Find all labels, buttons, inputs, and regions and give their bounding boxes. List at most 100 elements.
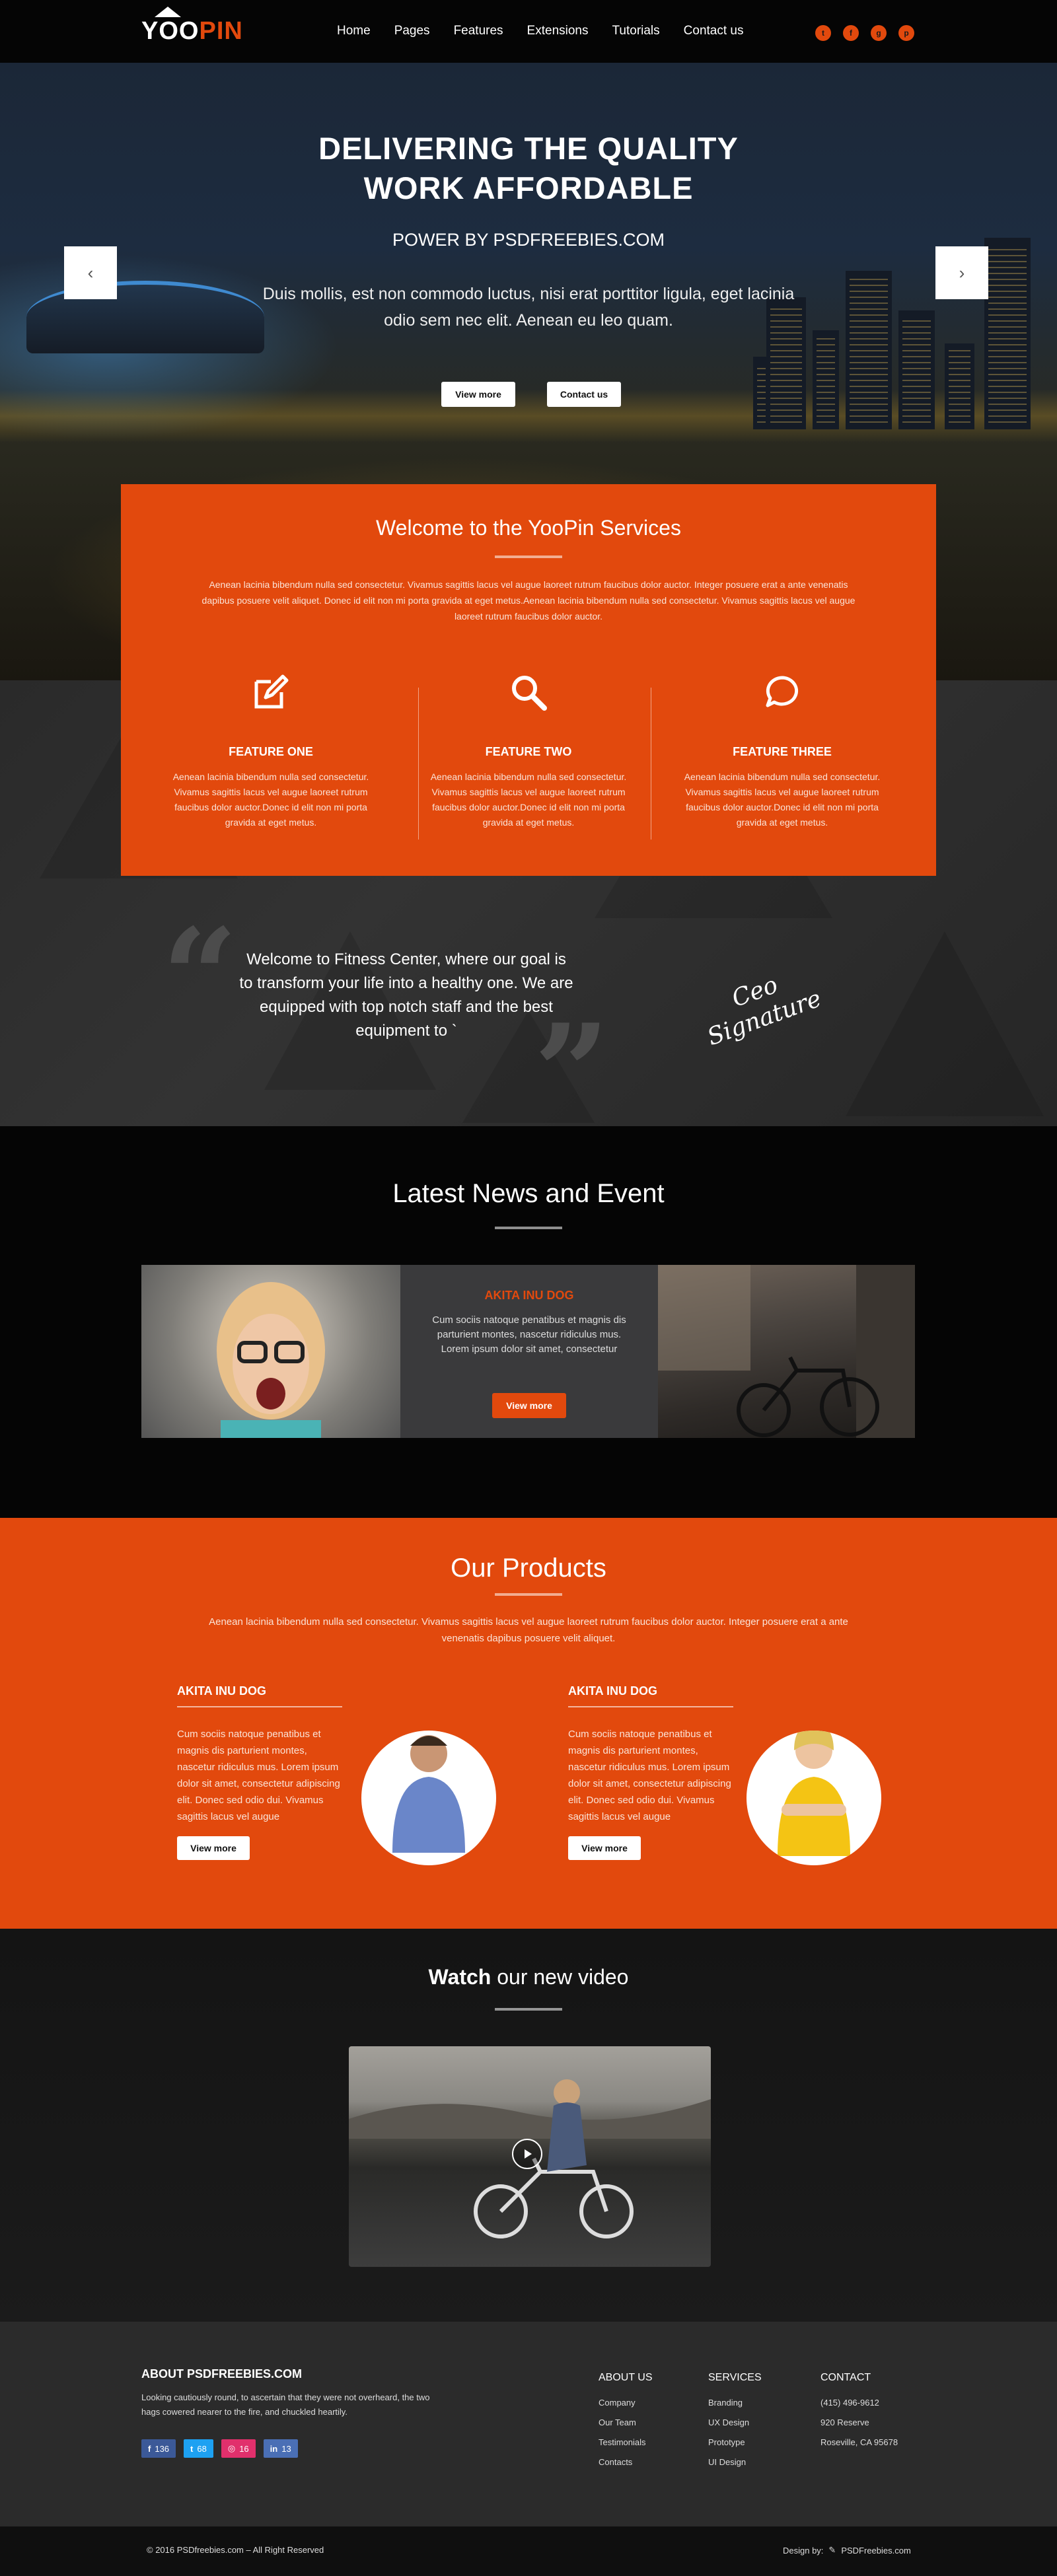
ceo-signature: Ceo Signature (704, 971, 825, 1052)
hero-title: DELIVERING THE QUALITY WORK AFFORDABLE (318, 131, 739, 205)
chevron-right-icon: › (959, 262, 965, 283)
nav-extensions[interactable]: Extensions (527, 24, 589, 38)
product-2-photo (747, 1731, 881, 1865)
footer-about-text: Looking cautiously round, to ascertain t… (141, 2392, 430, 2417)
slider-next-arrow[interactable]: › (935, 246, 988, 299)
facebook-icon: f (148, 2443, 151, 2454)
product-2-view-more-button[interactable]: View more (568, 1836, 641, 1860)
instagram-count: 16 (239, 2443, 249, 2454)
product-1-view-more-button[interactable]: View more (177, 1836, 250, 1860)
twitter-icon: t (190, 2443, 194, 2454)
psdfreebies-logo-icon: ✎ (828, 2545, 836, 2555)
facebook-badge[interactable]: f 136 (141, 2439, 176, 2458)
pinterest-icon[interactable]: p (898, 25, 914, 41)
footer-link[interactable]: Contacts (599, 2452, 653, 2472)
logo-text-white: YOO (141, 17, 200, 45)
product-title: AKITA INU DOG (568, 1684, 733, 1707)
feature-three: FEATURE THREE Aenean lacinia bibendum nu… (673, 669, 891, 830)
social-badges: f 136 t 68 ◎ 16 in 13 (141, 2439, 298, 2458)
footer-link[interactable]: UX Design (708, 2413, 762, 2433)
footer-link[interactable]: Prototype (708, 2433, 762, 2452)
twitter-count: 68 (197, 2443, 207, 2454)
footer-about-us-column: ABOUT US Company Our Team Testimonials C… (599, 2372, 653, 2472)
facebook-count: 136 (155, 2443, 170, 2454)
design-brand-link[interactable]: PSDFreebies.com (841, 2546, 910, 2556)
social-links: t f g p (815, 25, 914, 41)
instagram-icon: ◎ (227, 2443, 236, 2453)
footer-link[interactable]: Testimonials (599, 2433, 653, 2452)
news-card: AKITA INU DOG Cum sociis natoque penatib… (400, 1265, 658, 1438)
contact-address: 920 Reserve (820, 2417, 869, 2427)
design-by-label: Design by: (783, 2545, 824, 2556)
column-title: ABOUT US (599, 2372, 653, 2383)
footer-about-title: ABOUT PSDFREEBIES.COM (141, 2367, 303, 2380)
products-intro: Aenean lacinia bibendum nulla sed consec… (209, 1616, 848, 1644)
footer-link[interactable]: Our Team (599, 2413, 653, 2433)
main-menu: Home Pages Features Extensions Tutorials… (337, 24, 767, 38)
nav-pages[interactable]: Pages (394, 24, 430, 38)
heading-underline (495, 1593, 562, 1596)
column-title: SERVICES (708, 2372, 762, 2383)
news-heading: Latest News and Event (392, 1179, 665, 1208)
feature-title: FEATURE ONE (229, 745, 313, 758)
feature-title: FEATURE TWO (485, 745, 572, 758)
hero-view-more-button[interactable]: View more (441, 382, 515, 407)
top-navbar: YOOPIN Home Pages Features Extensions Tu… (0, 0, 1057, 63)
linkedin-icon: in (270, 2443, 278, 2454)
welcome-intro: Aenean lacinia bibendum nulla sed consec… (201, 579, 856, 622)
footer: ABOUT PSDFREEBIES.COM Looking cautiously… (0, 2322, 1057, 2526)
chevron-left-icon: ‹ (87, 262, 94, 283)
nav-tutorials[interactable]: Tutorials (612, 24, 660, 38)
feature-text: Aenean lacinia bibendum nulla sed consec… (684, 771, 881, 828)
nav-contact-us[interactable]: Contact us (684, 24, 744, 38)
nav-home[interactable]: Home (337, 24, 371, 38)
heading-underline (495, 1227, 562, 1229)
news-card-text: Cum sociis natoque penatibus et magnis d… (432, 1314, 626, 1355)
hero-contact-button[interactable]: Contact us (547, 382, 621, 407)
news-card-title: AKITA INU DOG (484, 1289, 574, 1302)
open-quote-icon: “ (162, 900, 238, 1055)
news-photo-street[interactable] (658, 1265, 915, 1438)
divider (418, 688, 419, 840)
nav-features[interactable]: Features (454, 24, 503, 38)
twitter-badge[interactable]: t 68 (184, 2439, 213, 2458)
logo-text-orange: PIN (199, 17, 243, 45)
products-heading: Our Products (451, 1554, 606, 1583)
footer-link[interactable]: Company (599, 2393, 653, 2413)
footer-link[interactable]: UI Design (708, 2452, 762, 2472)
quote-text: Welcome to Fitness Center, where our goa… (239, 950, 573, 1040)
linkedin-badge[interactable]: in 13 (263, 2439, 298, 2458)
feature-title: FEATURE THREE (733, 745, 832, 758)
footer-contact-column: CONTACT (415) 496-9612 920 Reserve Rosev… (820, 2372, 898, 2452)
slider-prev-arrow[interactable]: ‹ (64, 246, 117, 299)
feature-two: FEATURE TWO Aenean lacinia bibendum null… (419, 669, 638, 830)
column-title: CONTACT (820, 2372, 871, 2383)
twitter-icon[interactable]: t (815, 25, 831, 41)
video-heading: Watch our new video (428, 1965, 629, 1989)
play-icon[interactable] (512, 2139, 542, 2169)
footer-link[interactable]: Branding (708, 2393, 762, 2413)
video-player[interactable] (349, 2046, 711, 2267)
facebook-icon[interactable]: f (843, 25, 859, 41)
logo-mountain-icon (155, 7, 181, 17)
logo[interactable]: YOOPIN (141, 7, 243, 48)
news-section: Latest News and Event AKITA INU DOG Cum … (0, 1126, 1057, 1518)
search-icon (505, 669, 552, 715)
news-photo-woman[interactable] (141, 1265, 400, 1440)
title-underline (495, 555, 562, 558)
instagram-badge[interactable]: ◎ 16 (221, 2439, 256, 2458)
edit-icon (248, 669, 294, 715)
google-plus-icon[interactable]: g (871, 25, 887, 41)
copyright-text: © 2016 PSDfreebies.com – All Right Reser… (147, 2545, 324, 2555)
contact-city: Roseville, CA 95678 (820, 2437, 898, 2447)
product-text: Cum sociis natoque penatibus et magnis d… (568, 1729, 731, 1822)
feature-text: Aenean lacinia bibendum nulla sed consec… (430, 771, 627, 828)
hero-paragraph: Duis mollis, est non commodo luctus, nis… (262, 285, 795, 330)
welcome-title: Welcome to the YooPin Services (376, 516, 681, 540)
page: YOOPIN Home Pages Features Extensions Tu… (0, 0, 1057, 2576)
feature-text: Aenean lacinia bibendum nulla sed consec… (172, 771, 369, 828)
product-item-1: AKITA INU DOG Cum sociis natoque penatib… (177, 1684, 342, 1825)
news-view-more-button[interactable]: View more (492, 1393, 566, 1418)
design-credit: Design by: ✎ PSDFreebies.com (783, 2545, 911, 2556)
feature-one: FEATURE ONE Aenean lacinia bibendum null… (162, 669, 380, 830)
